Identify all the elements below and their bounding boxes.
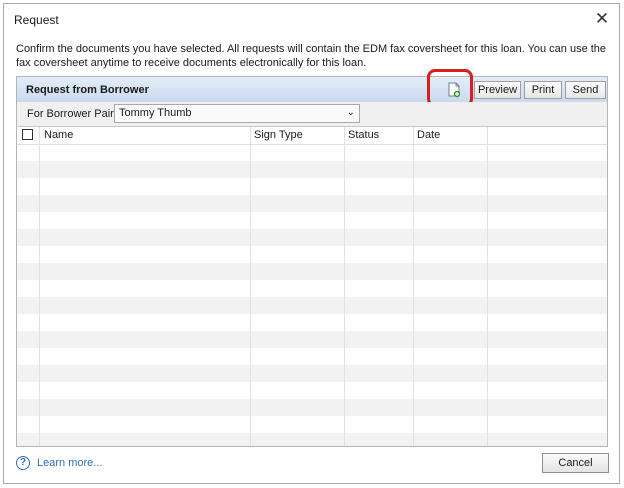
print-button[interactable]: Print <box>524 81 562 99</box>
preview-button[interactable]: Preview <box>474 81 521 99</box>
table-row <box>17 212 607 229</box>
table-row <box>17 161 607 178</box>
table-row <box>17 365 607 382</box>
documents-grid: Name Sign Type Status Date <box>17 127 607 446</box>
borrower-filter-row: For Borrower Pair Tommy Thumb ⌄ <box>17 102 607 127</box>
column-divider <box>344 127 345 446</box>
borrower-pair-value: Tommy Thumb <box>119 107 192 119</box>
panel-header: Request from Borrower Preview Print Send <box>17 69 607 107</box>
column-divider <box>39 127 40 446</box>
table-row <box>17 399 607 416</box>
table-row <box>17 280 607 297</box>
borrower-pair-select[interactable]: Tommy Thumb ⌄ <box>114 104 360 123</box>
request-dialog: Request ✕ Confirm the documents you have… <box>3 3 620 484</box>
table-row <box>17 314 607 331</box>
table-row <box>17 416 607 433</box>
table-row <box>17 331 607 348</box>
column-divider <box>487 127 488 446</box>
table-row <box>17 246 607 263</box>
table-row <box>17 195 607 212</box>
panel-title: Request from Borrower <box>26 84 149 96</box>
column-header-name[interactable]: Name <box>44 129 73 141</box>
dialog-title: Request <box>14 13 59 27</box>
table-row <box>17 144 607 161</box>
learn-more-link[interactable]: Learn more... <box>37 457 102 469</box>
column-header-date[interactable]: Date <box>417 129 440 141</box>
table-row <box>17 178 607 195</box>
table-row <box>17 433 607 446</box>
column-header-status[interactable]: Status <box>348 129 379 141</box>
chevron-down-icon: ⌄ <box>346 107 355 118</box>
table-row <box>17 263 607 280</box>
send-button[interactable]: Send <box>565 81 606 99</box>
borrower-pair-label: For Borrower Pair <box>27 108 114 120</box>
close-icon[interactable]: ✕ <box>594 10 610 28</box>
table-row <box>17 229 607 246</box>
help-icon[interactable]: ? <box>16 456 30 470</box>
table-row <box>17 297 607 314</box>
column-divider <box>250 127 251 446</box>
instructions-text: Confirm the documents you have selected.… <box>16 43 607 69</box>
title-bar: Request ✕ <box>4 4 619 36</box>
table-row <box>17 382 607 399</box>
column-header-sign-type[interactable]: Sign Type <box>254 129 303 141</box>
request-panel: Request from Borrower Preview Print Send… <box>16 69 608 447</box>
column-divider <box>413 127 414 446</box>
select-all-checkbox[interactable] <box>22 129 33 140</box>
grid-header: Name Sign Type Status Date <box>17 127 607 145</box>
table-row <box>17 348 607 365</box>
cancel-button[interactable]: Cancel <box>542 453 609 473</box>
